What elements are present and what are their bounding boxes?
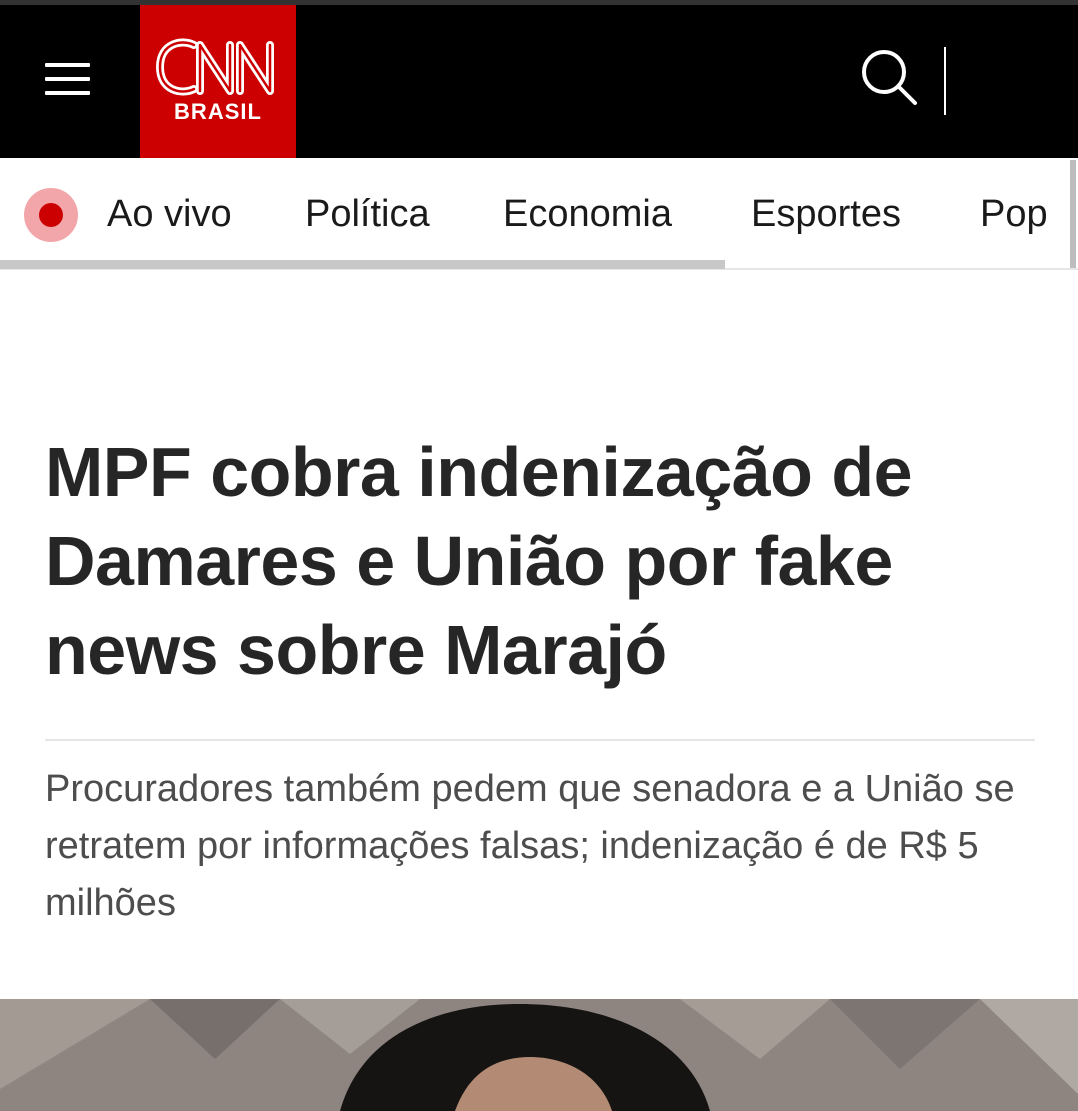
nav-scroll-edge	[1070, 160, 1076, 268]
hamburger-menu-icon[interactable]	[45, 63, 90, 97]
site-header: BRASIL	[0, 5, 1078, 158]
article-photo-image	[0, 999, 1078, 1111]
live-indicator-icon[interactable]	[24, 188, 78, 242]
cnn-logo-mark	[156, 38, 274, 96]
search-icon[interactable]	[860, 48, 920, 108]
cnn-brasil-logo[interactable]: BRASIL	[140, 5, 296, 158]
nav-item-economia[interactable]: Economia	[503, 190, 672, 238]
article-dek: Procuradores também pedem que senadora e…	[45, 768, 1015, 924]
header-divider	[944, 47, 946, 115]
nav-item-politica[interactable]: Política	[305, 190, 430, 238]
section-nav: Ao vivo Política Economia Esportes Pop	[0, 158, 1078, 272]
nav-scrollbar[interactable]	[0, 260, 725, 269]
nav-item-ao-vivo[interactable]: Ao vivo	[107, 190, 232, 238]
article-headline: MPF cobra indenização de Damares e União…	[45, 433, 913, 689]
nav-item-pop[interactable]: Pop	[980, 190, 1048, 238]
article-photo[interactable]	[0, 999, 1078, 1111]
headline-divider	[45, 739, 1035, 741]
nav-item-esportes[interactable]: Esportes	[751, 190, 901, 238]
logo-subtitle: BRASIL	[174, 99, 262, 124]
